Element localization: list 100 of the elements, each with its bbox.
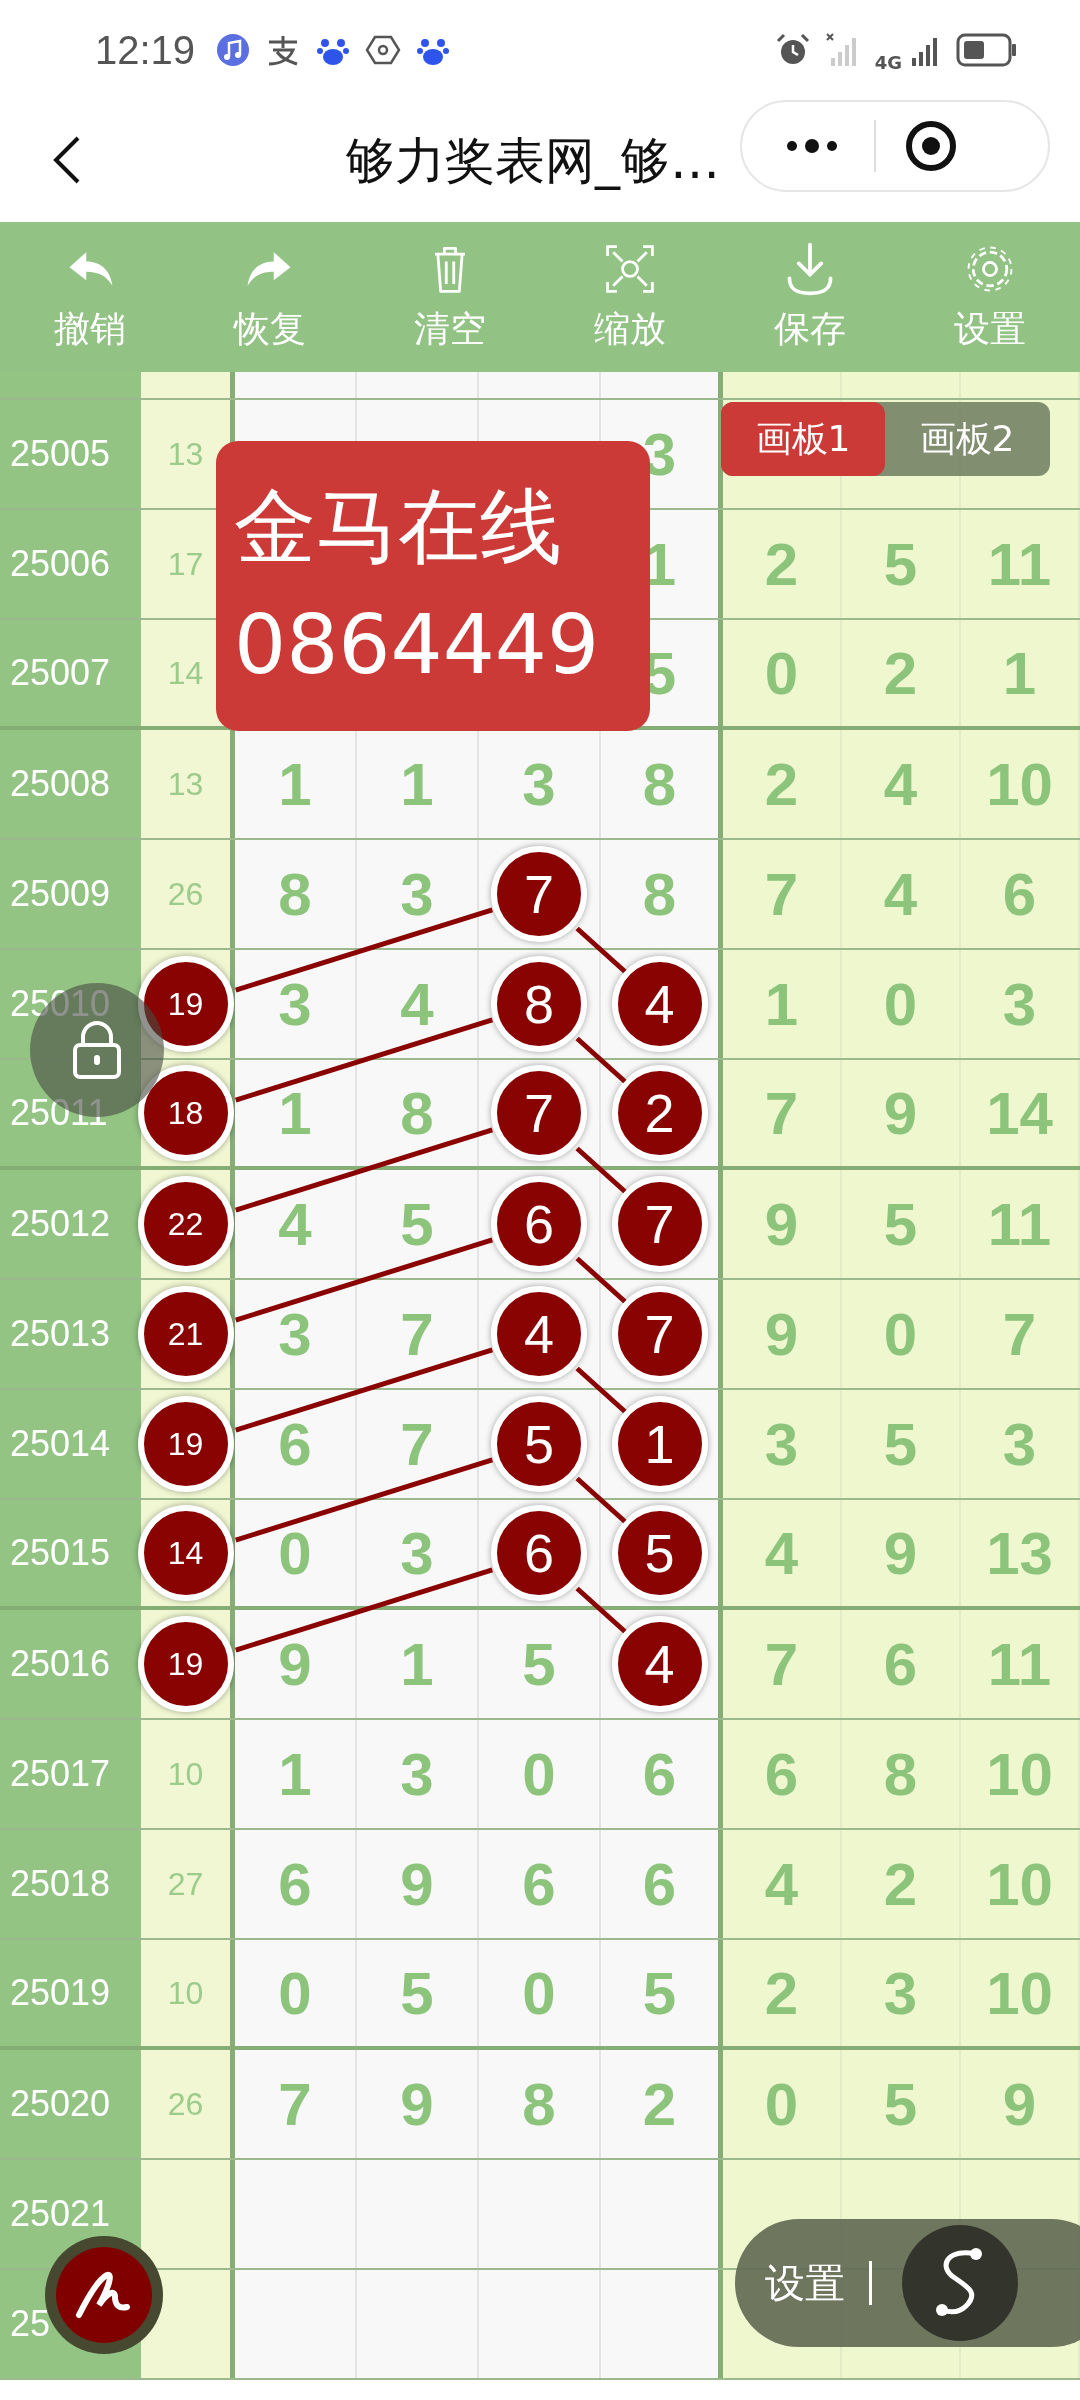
table-cell: 10 <box>141 1720 235 1828</box>
settings-button[interactable]: 设置 <box>765 2255 845 2311</box>
table-cell: 3 <box>961 950 1080 1058</box>
table-cell: 8 <box>357 1060 479 1166</box>
table-cell: 26 <box>141 840 235 948</box>
table-cell: 6 <box>235 1830 357 1938</box>
connector-line <box>575 926 627 974</box>
circled-number: 8 <box>491 956 587 1052</box>
toolbar-button[interactable]: 保存 <box>720 222 900 372</box>
table-cell: 7 <box>723 1060 842 1166</box>
more-button[interactable] <box>784 136 840 156</box>
table-cell: 6 <box>723 1720 842 1828</box>
table-cell: 2 <box>842 1830 961 1938</box>
table-cell: 3 <box>357 1500 479 1606</box>
board-tab[interactable]: 画板2 <box>885 402 1049 476</box>
table-cell: 11 <box>961 1610 1080 1718</box>
table-cell: 5 <box>842 1170 961 1278</box>
table-cell: 8 <box>601 840 723 948</box>
table-cell: 1 <box>235 1060 357 1166</box>
table-cell: 1 <box>723 950 842 1058</box>
table-cell: 7 <box>723 840 842 948</box>
table-cell: 7 <box>961 1280 1080 1388</box>
table-cell: 25007 <box>0 620 141 726</box>
table-cell: 27 <box>141 1830 235 1938</box>
table-cell: 4 <box>842 840 961 948</box>
table-cell: 7 <box>723 1610 842 1718</box>
toolbar-button[interactable]: 设置 <box>900 222 1080 372</box>
circled-number: 7 <box>611 1286 708 1382</box>
table-cell: 11 <box>961 1170 1080 1278</box>
toolbar-button[interactable]: 撤销 <box>0 222 180 372</box>
circled-number: 14 <box>137 1505 234 1601</box>
table-cell: 4 <box>723 1830 842 1938</box>
table-cell: 5 <box>842 1390 961 1498</box>
circled-number: 19 <box>137 1616 234 1712</box>
circled-number: 2 <box>611 1065 708 1161</box>
table-cell: 11 <box>961 510 1080 618</box>
circled-number: 4 <box>611 956 708 1052</box>
table-cell: 25005 <box>0 400 141 508</box>
table-cell: 4 <box>357 950 479 1058</box>
table-cell: 0 <box>479 1940 601 2046</box>
board-tab[interactable]: 画板1 <box>721 402 885 476</box>
page-title: 够力奖表网_够… <box>345 131 720 192</box>
table-cell: 10 <box>961 1720 1080 1828</box>
table-cell: 14 <box>961 1060 1080 1166</box>
circled-number: 1 <box>611 1396 708 1492</box>
close-button[interactable] <box>904 119 958 173</box>
table-cell: 10 <box>961 730 1080 838</box>
table-cell: 0 <box>235 1500 357 1606</box>
circled-number: 18 <box>137 1065 234 1161</box>
table-cell: 25008 <box>0 730 141 838</box>
table-cell: 2 <box>723 1940 842 2046</box>
toolbar-button[interactable]: 缩放 <box>540 222 720 372</box>
table-cell: 0 <box>235 1940 357 2046</box>
clock: 12:19 <box>95 27 196 73</box>
table-cell: 0 <box>479 1720 601 1828</box>
table-cell: 3 <box>357 840 479 948</box>
table-cell: 6 <box>961 840 1080 948</box>
table-cell: 9 <box>357 1830 479 1938</box>
toolbar-button[interactable]: 清空 <box>360 222 540 372</box>
table-cell: 2 <box>723 510 842 618</box>
connector-line <box>575 1476 627 1524</box>
circled-number: 19 <box>137 956 234 1052</box>
circled-number: 22 <box>137 1176 234 1272</box>
connector-line <box>575 1256 627 1304</box>
table-cell: 4 <box>235 1170 357 1278</box>
table-cell: 25017 <box>0 1720 141 1828</box>
table-cell: 0 <box>842 950 961 1058</box>
table-cell: 3 <box>961 1390 1080 1498</box>
table-cell: 3 <box>235 950 357 1058</box>
table-cell: 25018 <box>0 1830 141 1938</box>
table-cell: 8 <box>479 2050 601 2158</box>
circled-number: 5 <box>491 1396 587 1492</box>
table-cell: 2 <box>723 730 842 838</box>
table-cell: 25019 <box>0 1940 141 2046</box>
circled-number: 4 <box>611 1616 708 1712</box>
table-cell: 26 <box>141 2050 235 2158</box>
table-cell: 13 <box>961 1500 1080 1606</box>
table-cell: 5 <box>357 1940 479 2046</box>
banner-text: 金马在线 <box>234 478 562 576</box>
table-cell: 25020 <box>0 2050 141 2158</box>
network-type: 4G <box>874 51 902 73</box>
table-cell: 2 <box>601 2050 723 2158</box>
table-cell: 25016 <box>0 1610 141 1718</box>
table-cell: 9 <box>235 1610 357 1718</box>
toolbar-button[interactable]: 恢复 <box>180 222 360 372</box>
table-cell: 9 <box>842 1060 961 1166</box>
table-cell: 1 <box>357 730 479 838</box>
circled-number: 19 <box>137 1396 234 1492</box>
table-cell: 9 <box>961 2050 1080 2158</box>
circled-number: 7 <box>491 1065 587 1161</box>
table-cell: 25006 <box>0 510 141 618</box>
table-cell: 0 <box>723 2050 842 2158</box>
circled-number: 21 <box>137 1286 234 1382</box>
table-cell: 13 <box>141 730 235 838</box>
table-cell: 7 <box>357 1280 479 1388</box>
circled-number: 7 <box>491 846 587 942</box>
table-cell: 25013 <box>0 1280 141 1388</box>
table-cell: 1 <box>961 620 1080 726</box>
connector-line <box>575 1586 627 1634</box>
circled-number: 4 <box>491 1286 587 1382</box>
